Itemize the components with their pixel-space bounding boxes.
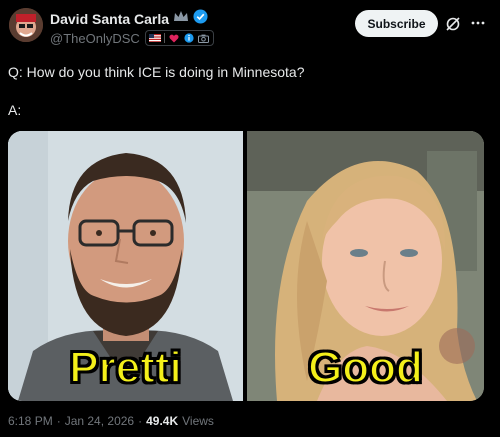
us-flag-icon: [148, 33, 161, 43]
verified-icon: [193, 9, 208, 29]
crown-icon: [173, 10, 189, 28]
author-display-name[interactable]: David Santa Carla: [50, 11, 169, 27]
media-image-right[interactable]: Good: [247, 131, 484, 401]
author-handle[interactable]: @TheOnlyDSC: [50, 31, 140, 46]
views-count[interactable]: 49.4K: [146, 414, 178, 428]
tweet-media[interactable]: Pretti Good: [8, 131, 484, 401]
tweet-question: Q: How do you think ICE is doing in Minn…: [8, 64, 305, 80]
media-image-left[interactable]: Pretti: [8, 131, 243, 401]
avatar[interactable]: [9, 8, 43, 42]
info-icon: [183, 33, 195, 43]
meta-separator: ·: [56, 414, 61, 428]
views-label: Views: [182, 414, 214, 428]
tweet-time[interactable]: 6:18 PM: [8, 414, 53, 428]
meta-separator-2: ·: [138, 414, 143, 428]
media-caption-left: Pretti: [68, 342, 182, 393]
author-name-row: David Santa Carla: [50, 9, 208, 29]
tweet-meta: 6:18 PM · Jan 24, 2026 · 49.4K Views: [8, 414, 214, 428]
tweet-answer: A:: [8, 102, 22, 118]
author-handle-row: @TheOnlyDSC: [50, 29, 214, 47]
camera-icon: [198, 33, 210, 43]
tweet-date[interactable]: Jan 24, 2026: [65, 414, 134, 428]
more-icon[interactable]: [468, 14, 488, 32]
subscribe-button[interactable]: Subscribe: [355, 10, 438, 37]
profile-badges: [144, 30, 214, 46]
grok-icon[interactable]: [445, 16, 461, 32]
badge-divider: [163, 33, 165, 43]
heart-icon: [168, 33, 180, 43]
media-caption-right: Good: [307, 342, 424, 393]
